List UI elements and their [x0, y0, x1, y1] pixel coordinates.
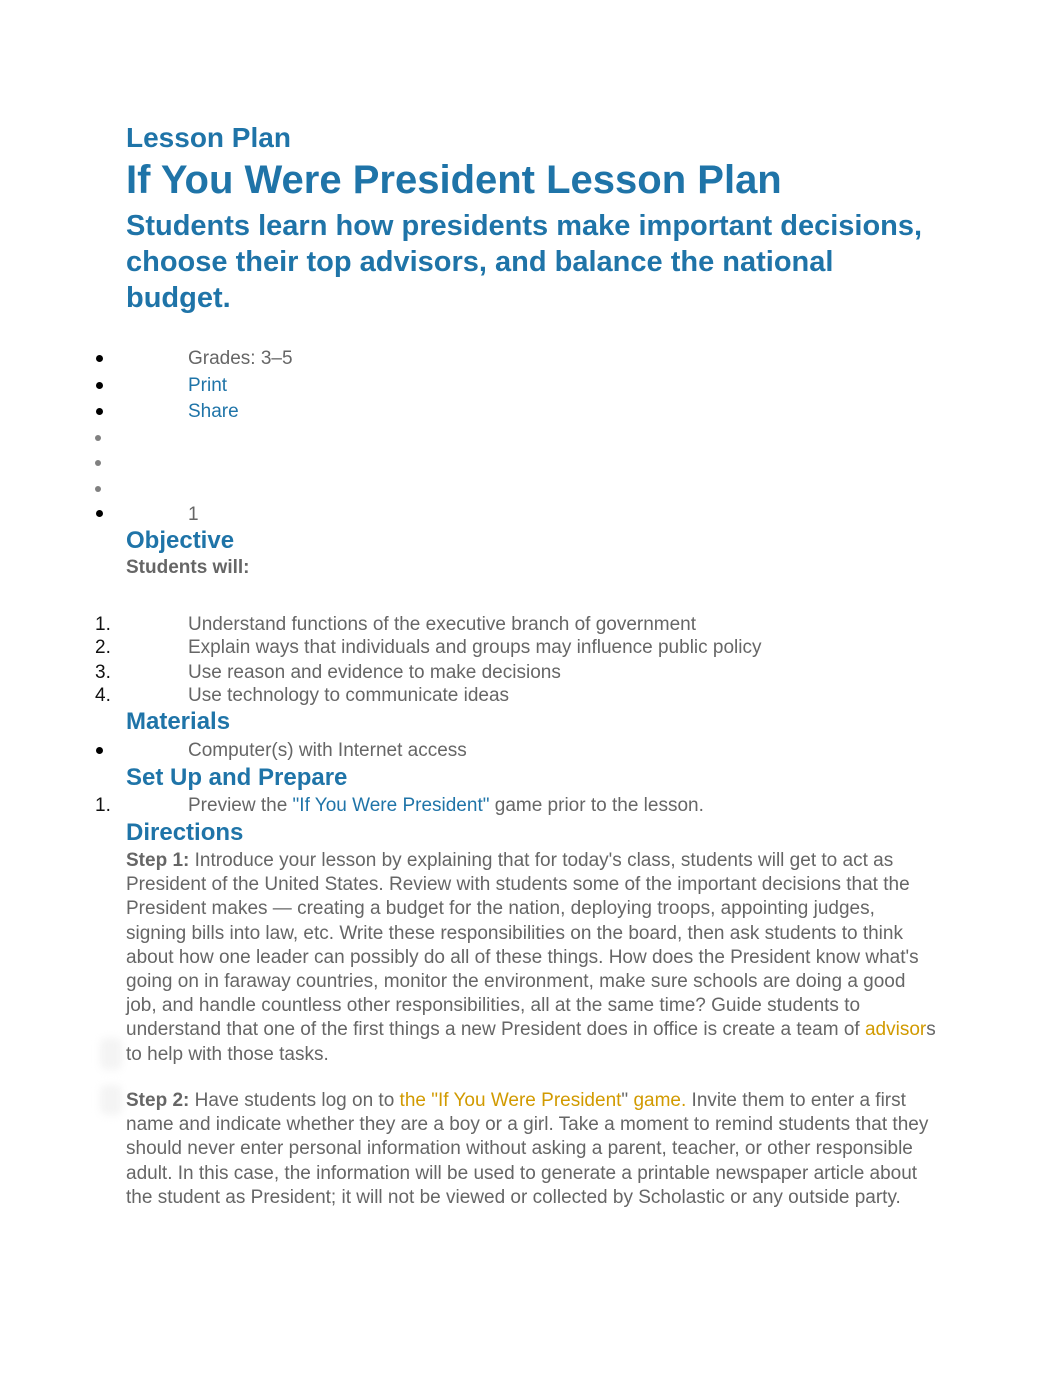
game-link-part[interactable]: the " — [400, 1090, 438, 1111]
setup-item-suffix: game prior to the lesson. — [489, 795, 704, 816]
bullet-icon — [95, 486, 101, 492]
advisor-link[interactable]: advisor — [865, 1019, 926, 1040]
bullet-icon — [96, 355, 103, 362]
step-2-text: Have students log on to — [189, 1090, 400, 1111]
bullet-icon — [95, 460, 101, 466]
list-number: 1. — [95, 614, 111, 635]
step-1-label: Step 1: — [126, 850, 190, 871]
step-2-paragraph: Step 2: Have students log on to the "If … — [126, 1089, 938, 1210]
list-number: 2. — [95, 637, 111, 658]
list-number: 1. — [95, 795, 111, 816]
count-value: 1 — [188, 504, 199, 525]
step-1-text: Introduce your lesson by explaining that… — [126, 850, 919, 1041]
decorative-shadow — [100, 1085, 122, 1115]
objective-item: Use reason and evidence to make decision… — [188, 662, 561, 683]
page-title: If You Were President Lesson Plan — [126, 158, 782, 202]
page-subtitle: Students learn how presidents make impor… — [126, 210, 923, 314]
game-link[interactable]: "If You Were President" — [293, 795, 490, 816]
step-1-paragraph: Step 1: Introduce your lesson by explain… — [126, 849, 938, 1067]
bullet-icon — [96, 408, 103, 415]
directions-heading: Directions — [126, 819, 244, 846]
objective-item: Understand functions of the executive br… — [188, 614, 697, 635]
decorative-shadow — [100, 1038, 122, 1070]
bullet-icon — [95, 435, 101, 441]
materials-heading: Materials — [126, 708, 231, 735]
list-number: 3. — [95, 662, 111, 683]
game-link-end[interactable]: game. — [628, 1090, 686, 1111]
bullet-icon — [96, 510, 103, 517]
step-2-label: Step 2: — [126, 1090, 190, 1111]
materials-item: Computer(s) with Internet access — [188, 740, 467, 761]
share-link[interactable]: Share — [188, 401, 239, 423]
setup-heading: Set Up and Prepare — [126, 764, 348, 791]
bullet-icon — [96, 747, 103, 754]
objective-intro: Students will: — [126, 557, 250, 578]
grades-label: Grades: 3–5 — [188, 348, 293, 369]
list-number: 4. — [95, 685, 111, 706]
game-title-link[interactable]: If You Were President — [438, 1090, 621, 1111]
objective-item: Use technology to communicate ideas — [188, 685, 510, 706]
objective-heading: Objective — [126, 527, 235, 554]
setup-item: Preview the "If You Were President" game… — [188, 795, 704, 817]
print-link[interactable]: Print — [188, 375, 227, 397]
bullet-icon — [96, 382, 103, 389]
objective-item: Explain ways that individuals and groups… — [188, 637, 762, 658]
page-kicker: Lesson Plan — [126, 122, 291, 153]
setup-item-prefix: Preview the — [188, 795, 293, 816]
